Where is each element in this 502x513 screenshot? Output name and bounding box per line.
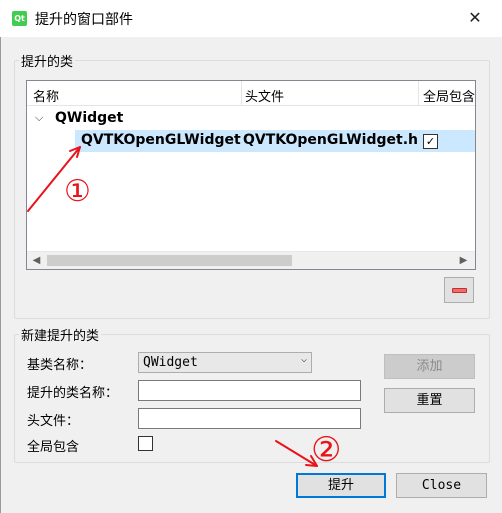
add-button[interactable]: 添加 — [384, 354, 475, 379]
header-file-cell: QVTKOpenGLWidget.h — [243, 132, 418, 148]
tree-item-qwidget[interactable]: ⌵ QWidget — [27, 108, 475, 130]
column-header-header-file[interactable]: 头文件 — [245, 86, 284, 105]
class-name-input[interactable] — [138, 380, 361, 401]
header-file-label: 头文件： — [27, 414, 80, 429]
promoted-classes-tree[interactable]: 名称 头文件 全局包含 ⌵ QWidget QVTKOpenGLWidget Q… — [26, 80, 476, 270]
promoted-classes-legend: 提升的类 — [21, 55, 74, 70]
window-frame-edge — [0, 37, 1, 513]
scrollbar-thumb[interactable] — [47, 255, 292, 266]
header-file-input[interactable] — [138, 408, 361, 429]
qt-app-icon: Qt — [12, 11, 27, 26]
chevron-down-icon[interactable]: ⌵ — [35, 111, 43, 125]
tree-item-label: QWidget — [55, 110, 124, 126]
class-name-cell: QVTKOpenGLWidget — [81, 132, 241, 148]
column-header-global-include[interactable]: 全局包含 — [423, 86, 475, 105]
horizontal-scrollbar[interactable]: ◀ ▶ — [27, 251, 475, 269]
reset-button[interactable]: 重置 — [384, 388, 475, 413]
column-divider[interactable] — [241, 81, 242, 105]
close-button[interactable]: Close — [396, 473, 487, 498]
scroll-left-icon[interactable]: ◀ — [28, 252, 45, 269]
base-class-combo[interactable]: QWidget ⌵ — [138, 352, 312, 373]
title-bar: Qt 提升的窗口部件 ✕ — [0, 0, 502, 37]
scroll-right-icon[interactable]: ▶ — [455, 252, 472, 269]
class-name-label: 提升的类名称： — [27, 386, 119, 401]
chevron-down-icon[interactable]: ⌵ — [301, 354, 307, 365]
global-include-checkbox[interactable]: ✓ — [423, 134, 438, 149]
global-include-label: 全局包含 — [27, 440, 80, 455]
base-class-label: 基类名称： — [27, 358, 93, 373]
column-header-name[interactable]: 名称 — [33, 86, 59, 105]
window-title: 提升的窗口部件 — [35, 12, 133, 28]
base-class-value: QWidget — [143, 355, 198, 370]
new-promoted-class-legend: 新建提升的类 — [21, 329, 100, 344]
promote-button[interactable]: 提升 — [296, 473, 386, 498]
remove-class-button[interactable] — [444, 277, 474, 303]
minus-icon — [452, 288, 467, 293]
close-window-icon[interactable]: ✕ — [455, 2, 495, 34]
tree-header: 名称 头文件 全局包含 — [27, 81, 475, 106]
tree-row-selected[interactable]: QVTKOpenGLWidget QVTKOpenGLWidget.h ✓ — [75, 130, 475, 152]
column-divider[interactable] — [418, 81, 419, 105]
global-include-checkbox[interactable] — [138, 436, 153, 451]
